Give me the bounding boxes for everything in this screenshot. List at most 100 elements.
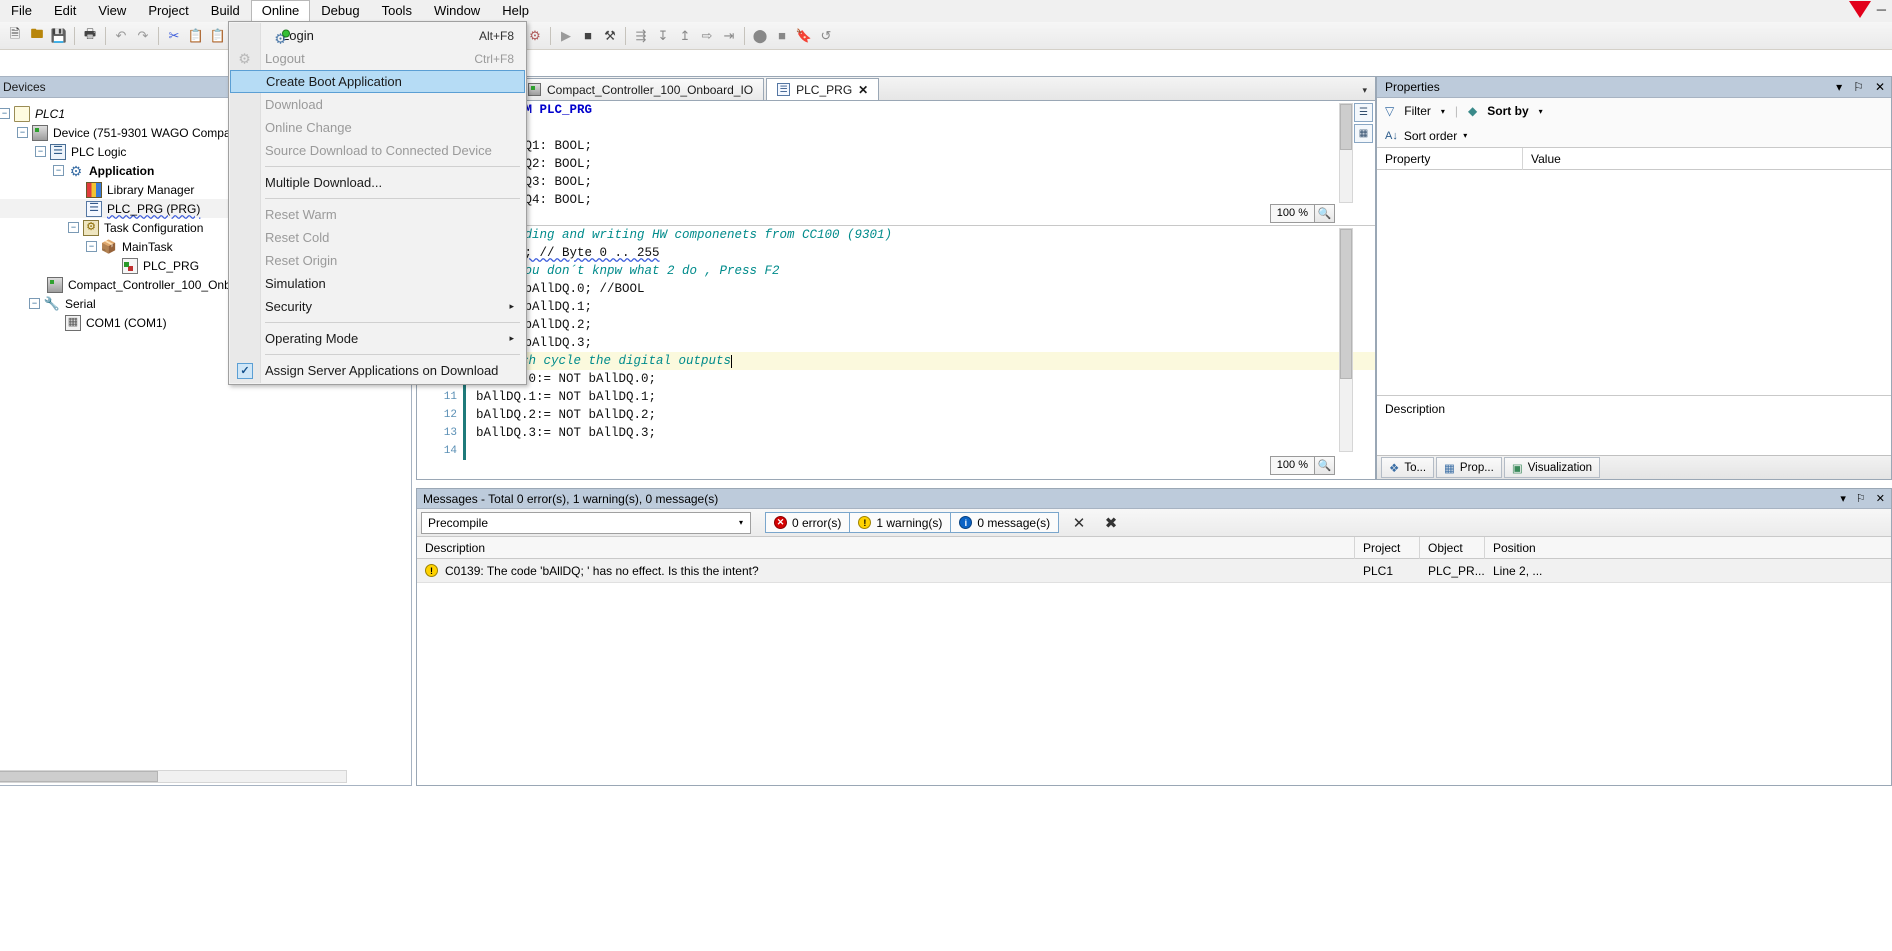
messages-category-select[interactable]: Precompile ▾ <box>421 511 751 534</box>
step-over-icon[interactable]: ⇶ <box>630 25 652 47</box>
magnifier-icon[interactable]: 🔍 <box>1314 205 1334 222</box>
clear-messages-icon[interactable]: ✕ <box>1068 514 1090 532</box>
close-icon[interactable]: ✕ <box>1875 80 1885 94</box>
toggle-breakpoint-icon[interactable]: ■ <box>771 25 793 47</box>
close-icon[interactable]: ✕ <box>858 83 868 97</box>
code-vertical-scrollbar[interactable] <box>1339 228 1353 452</box>
properties-panel-title: Properties ▾ ⚐ ✕ <box>1377 77 1891 98</box>
tab-toolbox[interactable]: ❖ To... <box>1381 457 1435 478</box>
column-position[interactable]: Position <box>1485 537 1570 559</box>
expander-icon[interactable]: − <box>0 108 10 119</box>
flow-control-icon[interactable]: ↺ <box>815 25 837 47</box>
outline-view-icon[interactable]: ☰ <box>1354 103 1373 122</box>
description-label: Description <box>1385 402 1446 416</box>
expander-icon[interactable]: − <box>53 165 64 176</box>
run-to-cursor-icon[interactable]: ⇥ <box>718 25 740 47</box>
step-next-icon[interactable]: ⇨ <box>696 25 718 47</box>
menu-item-simulation[interactable]: Simulation <box>229 272 526 295</box>
breakpoint-icon[interactable]: ⬤ <box>749 25 771 47</box>
menu-item-create-boot-application[interactable]: Create Boot Application <box>230 70 525 93</box>
warning-count-button[interactable]: ! 1 warning(s) <box>849 512 952 533</box>
menu-help[interactable]: Help <box>491 0 540 22</box>
code-line: 11 bAllDQ.1:= NOT bAllDQ.1; <box>417 388 1375 406</box>
logout-icon[interactable]: ⚙ <box>524 25 546 47</box>
stop-icon[interactable]: ■ <box>577 25 599 47</box>
menu-project[interactable]: Project <box>137 0 199 22</box>
message-count-button[interactable]: i 0 message(s) <box>950 512 1060 533</box>
table-row[interactable]: ! C0139: The code 'bAllDQ; ' has no effe… <box>417 559 1891 583</box>
menu-build[interactable]: Build <box>200 0 251 22</box>
declaration-zoom-control[interactable]: 100 % 🔍 <box>1269 204 1335 223</box>
menu-window[interactable]: Window <box>423 0 491 22</box>
paste-icon[interactable]: 📋 <box>207 25 229 47</box>
copy-icon[interactable]: 📋 <box>185 25 207 47</box>
expander-icon[interactable]: − <box>68 222 79 233</box>
tree-item-label: Compact_Controller_100_Onb <box>68 277 231 292</box>
tab-plc-prg[interactable]: ☰ PLC_PRG ✕ <box>766 78 880 100</box>
scrollbar-thumb[interactable] <box>0 771 158 782</box>
step-out-icon[interactable]: ↥ <box>674 25 696 47</box>
sort-by-label[interactable]: Sort by <box>1487 104 1528 118</box>
menu-online[interactable]: Online <box>250 0 311 23</box>
cut-icon[interactable]: ✂ <box>163 25 185 47</box>
menu-item-login[interactable]: ⚙ Login Alt+F8 <box>229 24 526 47</box>
chevron-down-icon[interactable]: ▾ <box>1539 107 1543 116</box>
tab-properties[interactable]: ▦ Prop... <box>1436 457 1502 478</box>
menu-file[interactable]: File <box>0 0 43 22</box>
undo-icon[interactable]: ↶ <box>110 25 132 47</box>
column-object[interactable]: Object <box>1420 536 1485 559</box>
menu-view[interactable]: View <box>87 0 137 22</box>
declaration-pane[interactable]: AM PLC_PRG DQ1: BOOL; DQ2: BOOL; DQ3: BO… <box>417 101 1375 226</box>
menu-item-assign-server-applications-on-download[interactable]: ✓ Assign Server Applications on Download <box>229 359 526 382</box>
redo-icon[interactable]: ↷ <box>132 25 154 47</box>
menu-tools[interactable]: Tools <box>371 0 423 22</box>
chevron-down-icon[interactable]: ▾ <box>1441 107 1445 116</box>
code-text: =bAllDQ.1; <box>517 300 593 314</box>
open-folder-icon[interactable]: 🖿 <box>26 25 48 47</box>
chevron-down-icon[interactable]: ▾ <box>1840 492 1846 505</box>
close-icon[interactable]: ✕ <box>1876 492 1885 505</box>
minimize-icon[interactable]: ─ <box>1877 2 1886 17</box>
error-icon: ✕ <box>774 516 787 529</box>
declaration-vertical-scrollbar[interactable] <box>1339 103 1353 203</box>
chevron-down-icon: ▾ <box>738 518 743 527</box>
filter-label[interactable]: Filter <box>1404 104 1431 118</box>
save-icon[interactable]: 💾 <box>48 25 70 47</box>
magnifier-icon[interactable]: 🔍 <box>1314 457 1334 474</box>
debug-stop-icon[interactable]: ⚒ <box>599 25 621 47</box>
chevron-down-icon[interactable]: ▾ <box>1836 80 1842 94</box>
tab-compact-controller-onboard-io[interactable]: Compact_Controller_100_Onboard_IO <box>517 78 765 100</box>
chevron-down-icon[interactable]: ▾ <box>1463 131 1467 140</box>
sort-order-label[interactable]: Sort order <box>1404 129 1457 143</box>
clear-all-messages-icon[interactable]: ✖ <box>1100 514 1122 532</box>
expander-icon[interactable]: − <box>86 241 97 252</box>
devices-horizontal-scrollbar[interactable] <box>0 770 347 783</box>
menu-debug[interactable]: Debug <box>310 0 370 22</box>
column-description[interactable]: Description <box>417 536 1355 559</box>
pin-icon[interactable]: ⚐ <box>1853 80 1864 94</box>
expander-icon[interactable]: − <box>17 127 28 138</box>
new-file-icon[interactable]: 🗎 <box>4 25 26 47</box>
menu-item-security[interactable]: Security ▸ <box>229 295 526 318</box>
chevron-down-icon[interactable]: ▾ <box>1362 85 1367 96</box>
error-count-button[interactable]: ✕ 0 error(s) <box>765 512 851 533</box>
code-pane[interactable]: ading and writing HW componenets from CC… <box>417 226 1375 479</box>
scrollbar-thumb[interactable] <box>1340 104 1352 150</box>
tab-visualization[interactable]: ▣ Visualization <box>1503 457 1601 478</box>
code-text: bAllDQ.1:= NOT bAllDQ.1; <box>476 390 657 404</box>
toolbar-separator <box>158 26 159 45</box>
menu-item-multiple-download[interactable]: Multiple Download... <box>229 171 526 194</box>
menu-edit[interactable]: Edit <box>43 0 87 22</box>
expander-icon[interactable]: − <box>35 146 46 157</box>
start-icon[interactable]: ▶ <box>555 25 577 47</box>
grid-view-icon[interactable]: ▦ <box>1354 124 1373 143</box>
code-zoom-control[interactable]: 100 % 🔍 <box>1269 456 1335 475</box>
expander-icon[interactable]: − <box>29 298 40 309</box>
menu-item-operating-mode[interactable]: Operating Mode ▸ <box>229 327 526 350</box>
print-icon[interactable]: 🖶 <box>79 25 101 47</box>
step-into-icon[interactable]: ↧ <box>652 25 674 47</box>
column-project[interactable]: Project <box>1355 536 1420 559</box>
new-breakpoint-icon[interactable]: 🔖 <box>793 25 815 47</box>
pin-icon[interactable]: ⚐ <box>1856 492 1866 505</box>
scrollbar-thumb[interactable] <box>1340 229 1352 379</box>
